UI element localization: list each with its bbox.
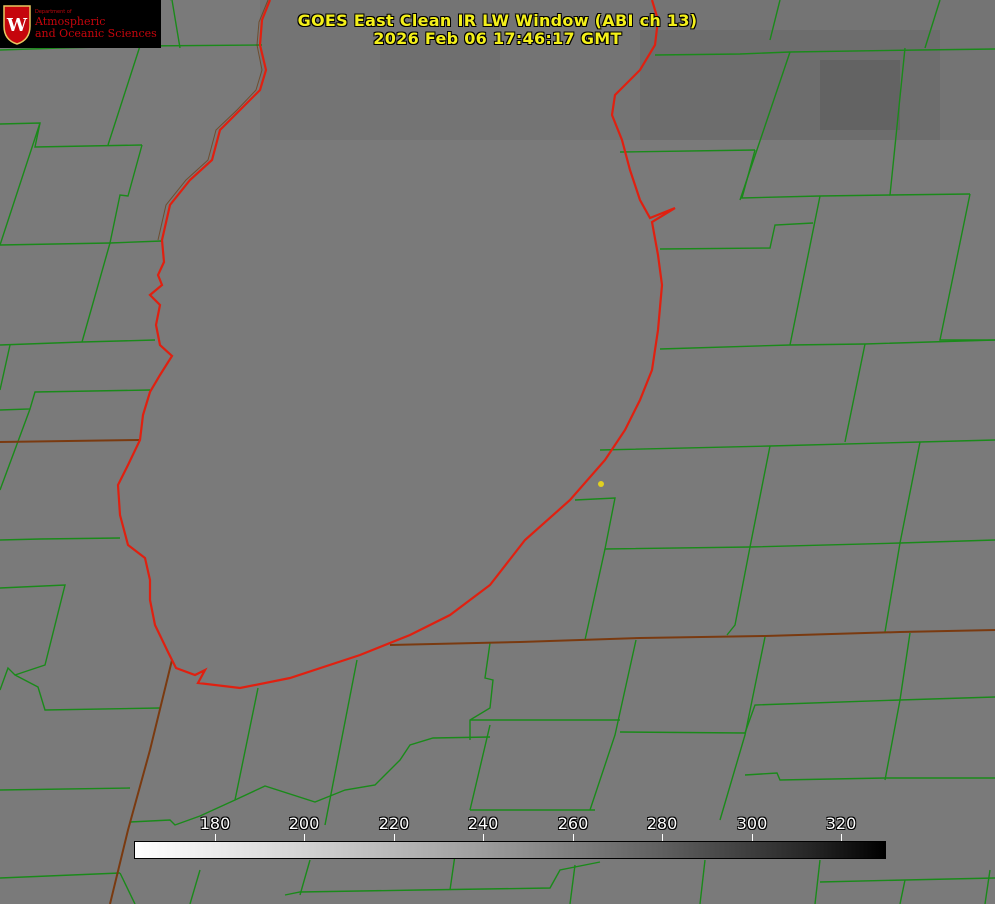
cloud-patch <box>820 60 900 130</box>
map-title: GOES East Clean IR LW Window (ABI ch 13)… <box>0 12 995 48</box>
temperature-colorbar <box>134 841 886 859</box>
colorbar-tick-label: 240 <box>467 814 499 833</box>
satellite-map <box>0 0 995 904</box>
colorbar-ticks: 180 200 220 240 260 280 300 320 <box>0 814 995 834</box>
colorbar-tick-label: 220 <box>378 814 410 833</box>
colorbar-tick-label: 200 <box>288 814 320 833</box>
colorbar-tick-label: 320 <box>825 814 857 833</box>
station-marker <box>598 481 604 487</box>
title-line2: 2026 Feb 06 17:46:17 GMT <box>373 29 622 48</box>
colorbar-tick-label: 180 <box>199 814 231 833</box>
colorbar-tick-label: 300 <box>736 814 768 833</box>
title-line1: GOES East Clean IR LW Window (ABI ch 13) <box>297 11 698 30</box>
colorbar-tick-label: 280 <box>646 814 678 833</box>
colorbar-tick-label: 260 <box>557 814 589 833</box>
